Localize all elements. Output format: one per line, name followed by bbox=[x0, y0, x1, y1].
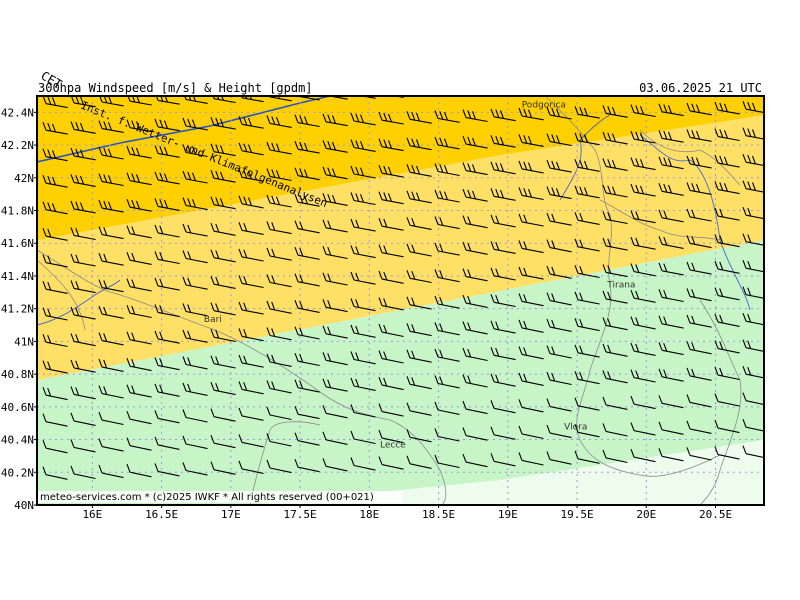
lat-tick-label: 42N bbox=[14, 172, 34, 185]
lon-tick-label: 16E bbox=[82, 508, 102, 521]
lon-tick-label: 18.5E bbox=[422, 508, 455, 521]
lon-tick-label: 17E bbox=[221, 508, 241, 521]
wind-barb bbox=[575, 80, 600, 92]
wind-barb bbox=[603, 79, 628, 91]
lat-tick-label: 40.6N bbox=[1, 401, 34, 414]
city-label-bari: Bari bbox=[204, 315, 222, 325]
lon-tick-label: 19E bbox=[498, 508, 518, 521]
lon-tick-label: 18E bbox=[359, 508, 379, 521]
wind-barb bbox=[463, 83, 488, 95]
wind-barb bbox=[457, 96, 460, 97]
lat-tick-label: 42.2N bbox=[1, 139, 34, 152]
city-label-podgorica: Podgorica bbox=[522, 100, 566, 110]
weather-map: 300hpa Windspeed [m/s] & Height [gpdm] 0… bbox=[1, 68, 765, 521]
wind-barb bbox=[547, 81, 572, 93]
lon-tick-label: 19.5E bbox=[560, 508, 593, 521]
lon-tick-label: 17.5E bbox=[284, 508, 317, 521]
lat-tick-label: 41.6N bbox=[1, 237, 34, 250]
lon-tick-label: 16.5E bbox=[145, 508, 178, 521]
latitude-axis: 42.4N 42.2N 42N 41.8N 41.6N 41.4N 41.2N 41N 40.8… bbox=[1, 106, 37, 512]
lat-tick-label: 40N bbox=[14, 499, 34, 512]
lat-tick-label: 41.4N bbox=[1, 270, 34, 283]
lat-tick-label: 40.2N bbox=[1, 466, 34, 479]
lat-tick-label: 42.4N bbox=[1, 106, 34, 119]
lat-tick-label: 41.2N bbox=[1, 303, 34, 316]
lon-tick-label: 20E bbox=[636, 508, 656, 521]
lon-tick-label: 20.5E bbox=[699, 508, 732, 521]
wind-barb bbox=[491, 82, 516, 94]
wind-barb bbox=[425, 96, 432, 98]
wind-barb bbox=[519, 82, 544, 94]
copyright-credit: meteo-services.com * (c)2025 IWKF * All … bbox=[40, 492, 374, 503]
city-label-tirana: Tirana bbox=[606, 280, 635, 290]
lat-tick-label: 41.8N bbox=[1, 205, 34, 218]
longitude-axis: 16E 16.5E 17E 17.5E 18E 18.5E 19E 19.5E 20E 20.5E bbox=[82, 505, 732, 521]
lat-tick-label: 41N bbox=[14, 335, 34, 348]
city-label-lecce: Lecce bbox=[380, 441, 406, 451]
lat-tick-label: 40.8N bbox=[1, 368, 34, 381]
map-datetime: 03.06.2025 21 UTC bbox=[639, 81, 762, 95]
city-label-vlora: Vlora bbox=[564, 423, 587, 433]
lat-tick-label: 40.4N bbox=[1, 434, 34, 447]
map-title: 300hpa Windspeed [m/s] & Height [gpdm] bbox=[38, 81, 313, 95]
